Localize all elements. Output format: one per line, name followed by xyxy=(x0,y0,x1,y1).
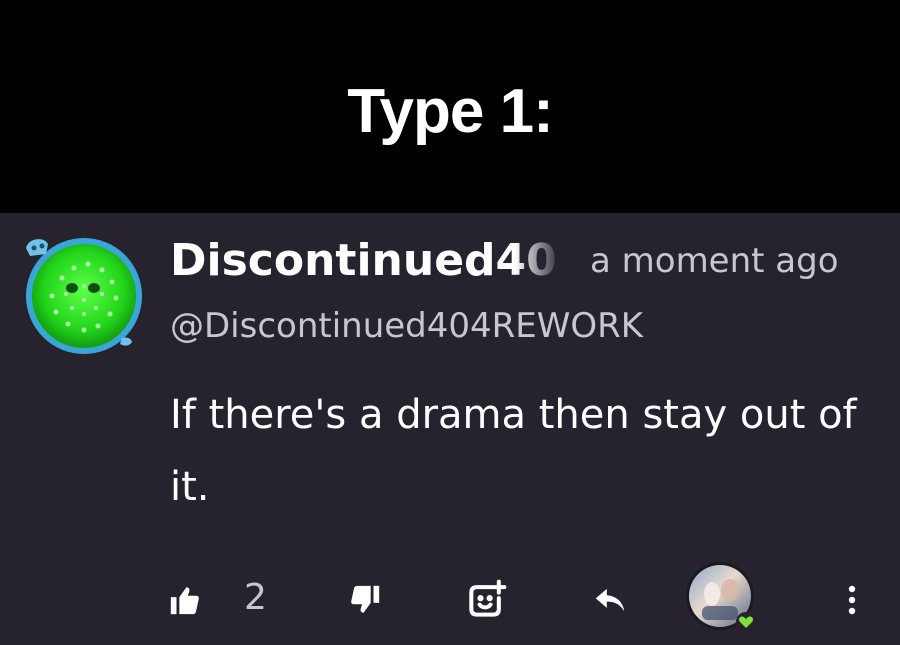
reply-arrow-icon xyxy=(595,588,625,612)
comment-author[interactable]: Discontinued40 xyxy=(170,235,562,287)
banner: Type 1: xyxy=(0,0,900,213)
comment-timestamp: a moment ago xyxy=(590,241,839,281)
like-count: 2 xyxy=(244,577,267,618)
reply-button[interactable] xyxy=(588,578,632,622)
comment-text: If there's a drama then stay out of it. xyxy=(170,392,857,510)
like-button[interactable] xyxy=(165,580,205,620)
thumbs-up-icon xyxy=(170,587,199,615)
thumbs-down-icon xyxy=(351,585,380,613)
creator-heart-avatar[interactable] xyxy=(684,560,760,636)
comment-card: Discontinued40 a moment ago @Discontinue… xyxy=(0,213,900,645)
more-vertical-icon xyxy=(848,585,856,615)
add-reaction-icon xyxy=(469,579,507,617)
comment-actions: 2 xyxy=(0,558,900,638)
add-reaction-button[interactable] xyxy=(462,576,510,624)
user-avatar[interactable] xyxy=(22,230,150,358)
dislike-button[interactable] xyxy=(345,580,385,620)
comment-handle[interactable]: @Discontinued404REWORK xyxy=(170,305,643,347)
banner-title: Type 1: xyxy=(347,77,553,146)
more-options-button[interactable] xyxy=(836,578,868,622)
